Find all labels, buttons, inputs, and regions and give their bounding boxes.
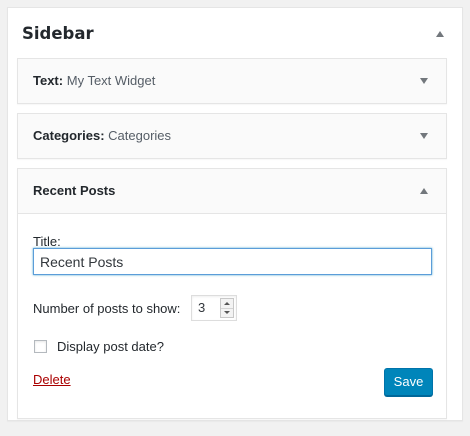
number-spin-buttons[interactable]: [220, 298, 234, 318]
widget-recent-posts-label: Recent Posts: [33, 183, 116, 198]
title-input[interactable]: [33, 248, 432, 275]
widget-text-label: Text:: [33, 73, 64, 88]
save-button[interactable]: Save: [384, 368, 433, 396]
title-field-label: Title:: [33, 234, 61, 249]
widget-categories-label: Categories:: [33, 128, 105, 143]
widget-text-expand-arrow-icon[interactable]: [412, 69, 436, 93]
spin-down-arrow-icon[interactable]: [221, 308, 233, 317]
widget-text-header[interactable]: Text: My Text Widget: [18, 59, 446, 103]
display-post-date-checkbox[interactable]: [34, 340, 47, 353]
widget-recent-posts-form: Title: Number of posts to show: 3 Displa…: [18, 213, 446, 418]
delete-link[interactable]: Delete: [33, 372, 71, 387]
number-of-posts-value[interactable]: 3: [198, 300, 205, 315]
number-of-posts-label: Number of posts to show:: [33, 301, 181, 316]
widget-recent-posts-title: Recent Posts: [33, 183, 115, 198]
sidebar-header[interactable]: Sidebar: [8, 8, 462, 58]
number-of-posts-stepper[interactable]: 3: [191, 295, 237, 321]
display-post-date-label[interactable]: Display post date?: [57, 339, 164, 354]
widget-text-in-title: My Text Widget: [66, 73, 156, 88]
widget-categories-title: Categories: Categories: [33, 128, 171, 143]
widget-categories-header[interactable]: Categories: Categories: [18, 114, 446, 158]
widget-text-title: Text: My Text Widget: [33, 73, 155, 88]
widget-categories: Categories: Categories: [17, 113, 447, 159]
widget-recent-posts: Recent Posts Title: Number of posts to s…: [17, 168, 447, 419]
sidebar-collapse-arrow-icon[interactable]: [428, 22, 452, 46]
widget-categories-in-title: Categories: [108, 128, 172, 143]
sidebar-panel: Sidebar Text: My Text Widget Categories:…: [7, 7, 463, 421]
widget-recent-posts-collapse-arrow-icon[interactable]: [412, 179, 436, 203]
widget-recent-posts-header[interactable]: Recent Posts: [18, 169, 446, 213]
widget-categories-expand-arrow-icon[interactable]: [412, 124, 436, 148]
widget-text: Text: My Text Widget: [17, 58, 447, 104]
sidebar-title: Sidebar: [22, 24, 94, 43]
